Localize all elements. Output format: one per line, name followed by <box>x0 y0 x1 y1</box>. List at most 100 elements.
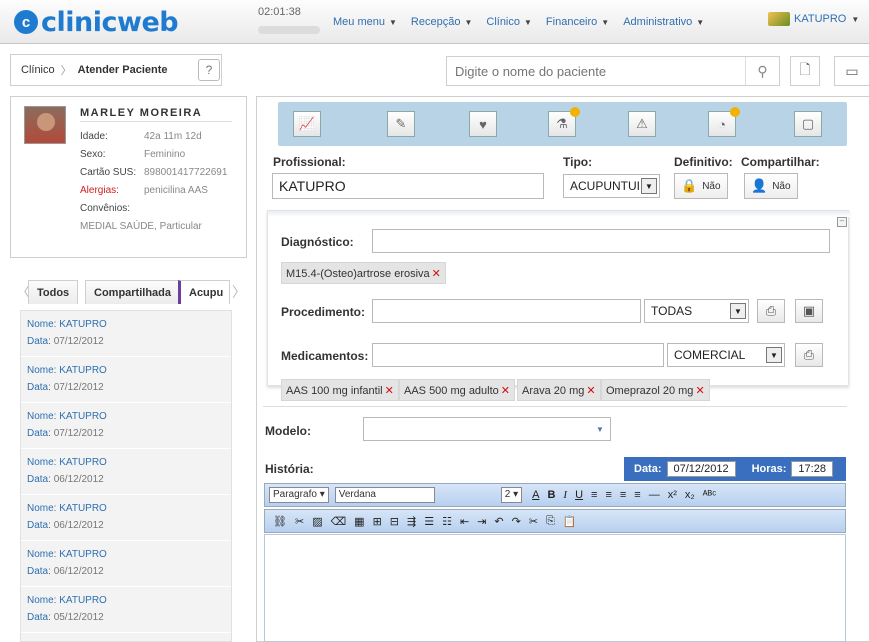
main-menu: Meu menu ▼ Recepção ▼ Clínico ▼ Financeiro ▼… <box>333 16 718 28</box>
font-select[interactable]: Verdana <box>334 487 435 503</box>
unlink-icon[interactable]: ✂ <box>295 515 304 528</box>
print-prescription-button[interactable]: ⎙ <box>795 343 823 367</box>
date-field[interactable]: 07/12/2012 <box>666 461 736 477</box>
menu-financeiro[interactable]: Financeiro ▼ <box>546 16 609 28</box>
chip-label: Arava 20 mg <box>522 385 585 397</box>
outdent-icon[interactable]: ⇤ <box>460 515 469 528</box>
menu-meu-menu[interactable]: Meu menu ▼ <box>333 16 397 28</box>
align-center-icon[interactable]: ≡ <box>605 489 611 501</box>
remove-icon[interactable]: ✕ <box>432 268 441 280</box>
history-list-item[interactable]: Nome: KATUPRO Data: 07/12/2012 <box>21 357 231 403</box>
copy-icon[interactable]: ⎘ <box>546 515 555 528</box>
collapse-button[interactable]: – <box>837 217 847 227</box>
redo-icon[interactable]: ↷ <box>512 515 521 528</box>
justify-icon[interactable]: ≡ <box>634 489 640 501</box>
history-list-item[interactable]: Nome: KATUPRO Data: 07/12/2012 <box>21 311 231 357</box>
link-icon[interactable]: ⛓ <box>273 515 287 528</box>
procedimento-filter-select[interactable]: TODAS ▼ <box>644 299 749 323</box>
procedure-options-button[interactable]: ▣ <box>795 299 823 323</box>
eraser-icon[interactable]: ⌫ <box>331 515 347 528</box>
remove-icon[interactable]: ✕ <box>501 385 510 397</box>
unordered-list-icon[interactable]: ☷ <box>442 515 452 528</box>
definitivo-toggle[interactable]: 🔒 Não <box>674 173 728 199</box>
font-size-select[interactable]: 2 ▾ <box>500 487 523 503</box>
medicamentos-filter-select[interactable]: COMERCIAL ▼ <box>667 343 785 367</box>
remove-icon[interactable]: ✕ <box>695 385 704 397</box>
history-list-item[interactable]: Nome: KATUPRO Data: 06/12/2012 <box>21 449 231 495</box>
historia-editor[interactable] <box>264 534 846 642</box>
extra-button[interactable]: ▢ <box>794 111 822 137</box>
patient-name: MARLEY MOREIRA <box>80 107 203 119</box>
history-data: 07/12/2012 <box>53 428 104 439</box>
tab-acupuntura[interactable]: Acupu <box>178 280 230 304</box>
image-icon[interactable]: ▨ <box>312 515 322 528</box>
profissional-input[interactable]: KATUPRO <box>272 173 544 199</box>
tipo-select[interactable]: ACUPUNTUI ▼ <box>563 174 660 198</box>
underline-icon[interactable]: U <box>575 489 583 501</box>
indent-icon[interactable]: ⇥ <box>477 515 486 528</box>
italic-icon[interactable]: I <box>563 489 567 501</box>
superscript-icon[interactable]: x² <box>668 489 677 501</box>
delete-row-icon[interactable]: ⊟ <box>390 515 399 528</box>
user-menu[interactable]: KATUPRO ▼ <box>768 12 859 26</box>
paste-icon[interactable]: 📋 <box>563 515 577 528</box>
menu-administrativo[interactable]: Administrativo ▼ <box>623 16 704 28</box>
chip-label: M15.4-(Osteo)artrose erosiva <box>286 268 430 280</box>
data-label: Data: <box>27 474 51 485</box>
subscript-icon[interactable]: x₂ <box>685 489 695 501</box>
font-color-icon[interactable]: A <box>532 489 539 501</box>
history-list-item[interactable]: Nome: KATUPRO Data: 05/12/2012 <box>21 587 231 633</box>
nome-label: Nome: <box>27 365 57 376</box>
vital-signs-button[interactable]: ♥ <box>469 111 497 137</box>
diagnostico-label: Diagnóstico: <box>281 235 354 249</box>
search-button[interactable]: ⚲ <box>745 57 779 85</box>
align-left-icon[interactable]: ≡ <box>591 489 597 501</box>
data-label: Data: <box>27 336 51 347</box>
patient-search-input[interactable] <box>447 57 737 85</box>
tab-compartilhada[interactable]: Compartilhada <box>85 280 181 304</box>
nome-label: Nome: <box>27 411 57 422</box>
menu-clinico[interactable]: Clínico ▼ <box>486 16 532 28</box>
diagnostico-input[interactable] <box>372 229 830 253</box>
divider <box>80 121 232 122</box>
table-icon[interactable]: ▦ <box>354 515 364 528</box>
time-field[interactable]: 17:28 <box>791 461 833 477</box>
vaccine-button[interactable]: ✎ <box>387 111 415 137</box>
bold-icon[interactable]: B <box>547 489 555 501</box>
chevron-right-icon[interactable]: 〉 <box>232 282 246 302</box>
history-list-item[interactable]: Nome: KATUPRO Data: 06/12/2012 <box>21 495 231 541</box>
definitivo-value: Não <box>702 180 721 192</box>
alerts-button[interactable]: ⚠ <box>628 111 656 137</box>
print-procedure-button[interactable]: ⎙ <box>757 299 785 323</box>
history-list-item[interactable]: Nome: KATUPRO Data: 07/12/2012 <box>21 403 231 449</box>
insert-row-icon[interactable]: ⊞ <box>373 515 382 528</box>
logo[interactable]: c clinicweb <box>14 7 179 38</box>
breadcrumb-parent[interactable]: Clínico <box>21 64 55 76</box>
ordered-list-icon[interactable]: ☰ <box>424 515 434 528</box>
history-list-item[interactable]: Nome: KATUPRO Data: 06/12/2012 <box>21 541 231 587</box>
medicamentos-input[interactable] <box>372 343 664 367</box>
patient-sus-row: Cartão SUS: 898001417722691 <box>80 167 227 178</box>
format-select[interactable]: Paragrafo ▾ <box>269 487 329 503</box>
new-document-button[interactable]: 🗋 <box>790 56 820 86</box>
modelo-select[interactable]: ▼ <box>363 417 611 441</box>
exams-button[interactable]: ⚗ <box>548 107 580 137</box>
help-button[interactable]: ? <box>198 59 220 81</box>
remove-icon[interactable]: ✕ <box>385 385 394 397</box>
menu-recepcao[interactable]: Recepção ▼ <box>411 16 472 28</box>
undo-icon[interactable]: ↶ <box>494 515 503 528</box>
cut-icon[interactable]: ✂ <box>529 515 538 528</box>
medication-chip: Arava 20 mg ✕ <box>517 379 601 401</box>
procedimento-input[interactable] <box>372 299 641 323</box>
tab-todos[interactable]: Todos <box>28 280 79 304</box>
remove-icon[interactable]: ✕ <box>586 385 595 397</box>
odontogram-button[interactable]: ◔ <box>708 107 740 137</box>
horizontal-rule-icon[interactable]: — <box>649 489 660 501</box>
merge-cells-icon[interactable]: ⇶ <box>407 515 416 528</box>
align-right-icon[interactable]: ≡ <box>620 489 626 501</box>
nome-label: Nome: <box>27 503 57 514</box>
compartilhar-toggle[interactable]: 👤 Não <box>744 173 798 199</box>
chart-button[interactable]: 📈 <box>293 111 321 137</box>
save-button[interactable]: ▭ <box>834 56 869 86</box>
spellcheck-icon[interactable]: ᴬᴮᶜ <box>703 489 716 501</box>
